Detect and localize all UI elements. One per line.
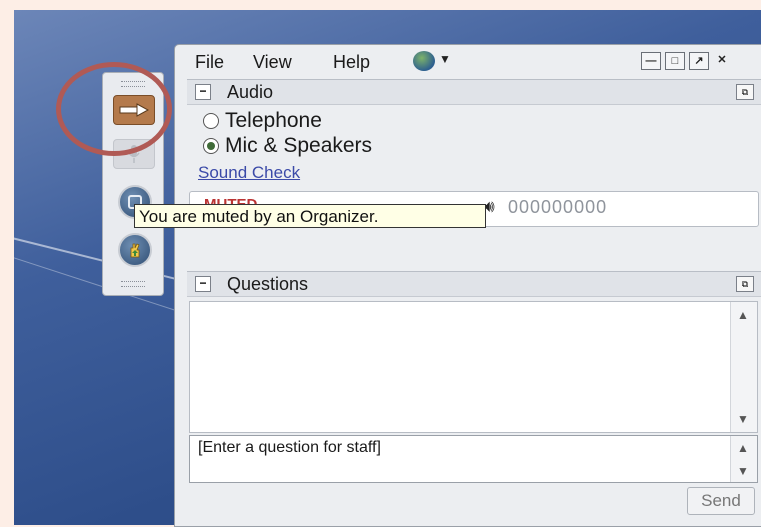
radio-mic-speakers[interactable] [203,138,219,154]
radio-telephone[interactable] [203,113,219,129]
raise-hand-button[interactable] [118,233,152,267]
audio-level-meter: 000000000 [508,197,608,217]
audio-panel-header: − Audio ⧉ [187,79,761,105]
close-button[interactable]: ✕ [713,52,731,68]
questions-log[interactable]: ▲ ▼ [189,301,758,433]
telephone-label: Telephone [225,109,322,132]
menu-bar: File View Help ▼ — □ ↗ ✕ [175,45,761,75]
menu-view[interactable]: View [253,52,292,73]
gotomeeting-control-panel: File View Help ▼ — □ ↗ ✕ − Audio ⧉ Telep… [174,44,761,527]
minimize-button[interactable]: — [641,52,661,70]
question-input-scrollbar[interactable]: ▲ ▼ [730,436,757,482]
audio-collapse-button[interactable]: − [195,84,211,100]
audio-popout-icon[interactable]: ⧉ [736,84,754,100]
questions-scrollbar[interactable]: ▲ ▼ [730,302,757,432]
question-input-text[interactable]: [Enter a question for staff] [198,439,381,457]
send-button[interactable]: Send [687,487,755,515]
raise-hand-icon [130,243,140,258]
scroll-down-icon[interactable]: ▼ [737,412,749,426]
scroll-up-icon[interactable]: ▲ [737,308,749,322]
chevron-down-icon[interactable]: ▼ [439,52,451,66]
menu-file[interactable]: File [195,52,224,73]
maximize-button[interactable]: □ [665,52,685,70]
toolbar-grip-bottom[interactable] [121,281,145,287]
muted-tooltip: You are muted by an Organizer. [134,204,486,228]
popout-button[interactable]: ↗ [689,52,709,70]
mic-speakers-option[interactable]: Mic & Speakers [203,134,372,158]
questions-collapse-button[interactable]: − [195,276,211,292]
question-input[interactable]: [Enter a question for staff] ▲ ▼ [189,435,758,483]
scroll-down-icon[interactable]: ▼ [737,464,749,478]
audio-panel-title: Audio [227,82,274,102]
mic-speakers-label: Mic & Speakers [225,134,373,157]
questions-panel-title: Questions [227,274,309,294]
sound-check-link[interactable]: Sound Check [198,163,300,183]
questions-popout-icon[interactable]: ⧉ [736,276,754,292]
questions-panel-header: − Questions ⧉ [187,271,761,297]
menu-help[interactable]: Help [333,52,370,73]
globe-icon[interactable] [413,51,435,71]
highlight-circle [56,62,172,156]
scroll-up-icon[interactable]: ▲ [737,441,749,455]
telephone-option[interactable]: Telephone [203,109,322,133]
